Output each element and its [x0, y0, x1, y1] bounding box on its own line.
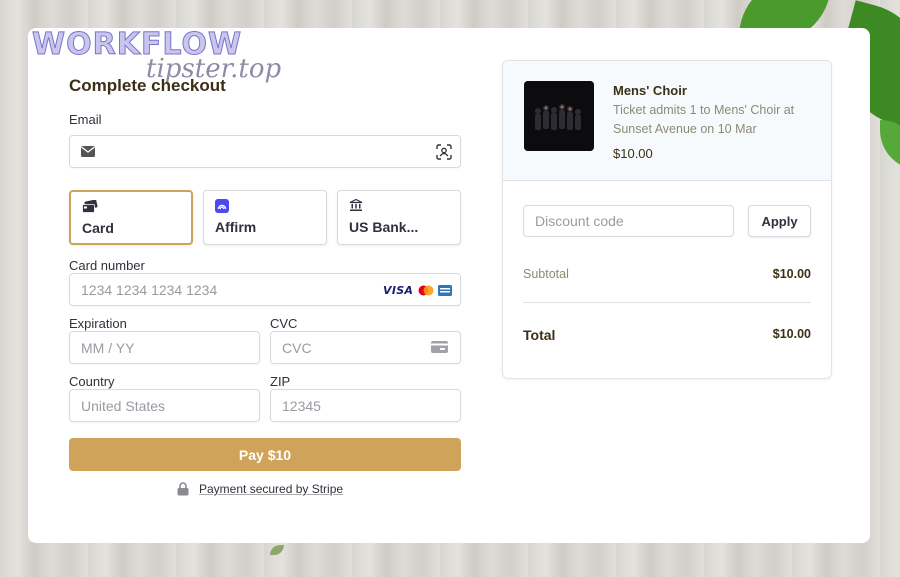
- affirm-icon: [215, 199, 229, 218]
- amex-icon: [438, 284, 453, 296]
- subtotal-label: Subtotal: [523, 267, 569, 281]
- card-number-label: Card number: [69, 258, 145, 273]
- order-summary: Mens' Choir Ticket admits 1 to Mens' Cho…: [502, 60, 832, 379]
- stripe-secured-link[interactable]: Payment secured by Stripe: [199, 482, 343, 496]
- payment-method-card[interactable]: Card: [69, 190, 193, 245]
- expiration-label: Expiration: [69, 316, 127, 331]
- product-section: Mens' Choir Ticket admits 1 to Mens' Cho…: [503, 61, 831, 181]
- background-leaf: [270, 545, 284, 555]
- zip-placeholder: 12345: [282, 397, 321, 414]
- autofill-contact-icon[interactable]: [435, 143, 453, 161]
- country-value: United States: [81, 397, 166, 414]
- expiration-placeholder: MM / YY: [81, 339, 135, 356]
- total-value: $10.00: [772, 327, 811, 341]
- discount-placeholder: Discount code: [535, 213, 624, 229]
- watermark-logo: WORKFLOW tipster.top: [31, 29, 281, 82]
- bank-icon: [349, 198, 363, 217]
- lock-icon: [177, 482, 189, 496]
- product-image: [524, 81, 594, 151]
- subtotal-value: $10.00: [772, 267, 811, 281]
- page-title: Complete checkout: [69, 76, 226, 95]
- envelope-icon: [81, 146, 95, 157]
- country-select[interactable]: United States: [69, 389, 260, 422]
- background-leaf: [880, 120, 900, 170]
- card-icon: [82, 199, 98, 219]
- mastercard-icon: [418, 285, 434, 296]
- email-field[interactable]: [69, 135, 461, 168]
- summary-divider: [523, 302, 811, 303]
- payment-method-affirm[interactable]: Affirm: [203, 190, 327, 245]
- cvc-placeholder: CVC: [282, 339, 312, 356]
- cvc-card-icon: [431, 341, 448, 353]
- product-name: Mens' Choir: [613, 83, 687, 98]
- country-label: Country: [69, 374, 115, 389]
- zip-label: ZIP: [270, 374, 291, 389]
- apply-discount-button[interactable]: Apply: [748, 205, 811, 237]
- cvc-label: CVC: [270, 316, 298, 331]
- product-description: Ticket admits 1 to Mens' Choir at Sunset…: [613, 103, 795, 136]
- stripe-secured-note: Payment secured by Stripe: [177, 482, 343, 496]
- card-number-placeholder: 1234 1234 1234 1234: [81, 281, 218, 298]
- expiration-input[interactable]: MM / YY: [69, 331, 260, 364]
- product-price: $10.00: [613, 146, 653, 161]
- discount-code-input[interactable]: Discount code: [523, 205, 734, 237]
- payment-method-us-bank[interactable]: US Bank...: [337, 190, 461, 245]
- zip-input[interactable]: 12345: [270, 389, 461, 422]
- payment-method-label: Card: [82, 220, 114, 236]
- total-label: Total: [523, 327, 556, 343]
- payment-method-label: Affirm: [215, 219, 257, 235]
- payment-method-label: US Bank...: [349, 219, 419, 235]
- card-brand-icons: VISA: [383, 283, 453, 297]
- visa-icon: VISA: [383, 283, 414, 297]
- email-label: Email: [69, 112, 102, 127]
- pay-button[interactable]: Pay $10: [69, 438, 461, 471]
